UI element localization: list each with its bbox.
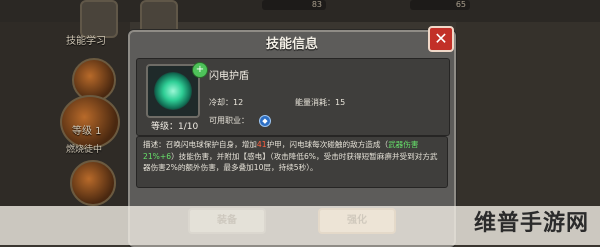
energy-stat: 能量消耗：15 [295,97,345,108]
skill-learn-label[interactable]: 技能学习 [66,32,106,47]
cooldown-value: 12 [233,98,244,107]
shield-glow [154,72,192,110]
desc-part-1: 描述：召唤闪电球保护自身，增加 [143,140,257,149]
upgrade-arrow-icon: + [192,62,208,78]
resource-counter-1: 83 [262,0,326,10]
shield-value: 41 [256,140,267,149]
lightning-shield-icon: + [146,62,208,118]
watermark-logo: 维普手游网 [474,211,590,236]
skill-name: 闪电护盾 [209,71,249,82]
class-shield-icon: ◆ [259,115,271,127]
cooldown-label: 冷却： [209,98,233,107]
level-label: 等级 1 [72,126,102,137]
skill-info-box: + 等级：1/10 闪电护盾 冷却：12 能量消耗：15 可用职业： ◆ [136,58,450,136]
skill-description: 描述：召唤闪电球保护自身，增加41护甲，闪电球每次碰触的敌方造成（武器伤害21%… [136,136,448,188]
class-label: 可用职业： [209,116,249,125]
desc-part-2: 护甲，闪电球每次碰触的敌方造成（ [266,140,389,149]
skill-level: 等级：1/10 [151,122,199,132]
desc-part-3: ）技能伤害，并附加【感电】（攻击降低6%，受击时获得短暂麻痹并受到对方武器伤害2… [143,151,438,173]
skill-slot-orb-3[interactable] [70,160,116,206]
cooldown-stat: 冷却：12 [209,97,243,108]
dialog-title: 技能信息 [265,37,318,52]
resource-counter-2: 65 [410,0,470,10]
close-button[interactable]: ✕ [428,26,454,52]
energy-label: 能量消耗： [295,98,335,107]
energy-value: 15 [335,98,346,107]
burning-label: 燃烧徒中 [66,145,103,155]
